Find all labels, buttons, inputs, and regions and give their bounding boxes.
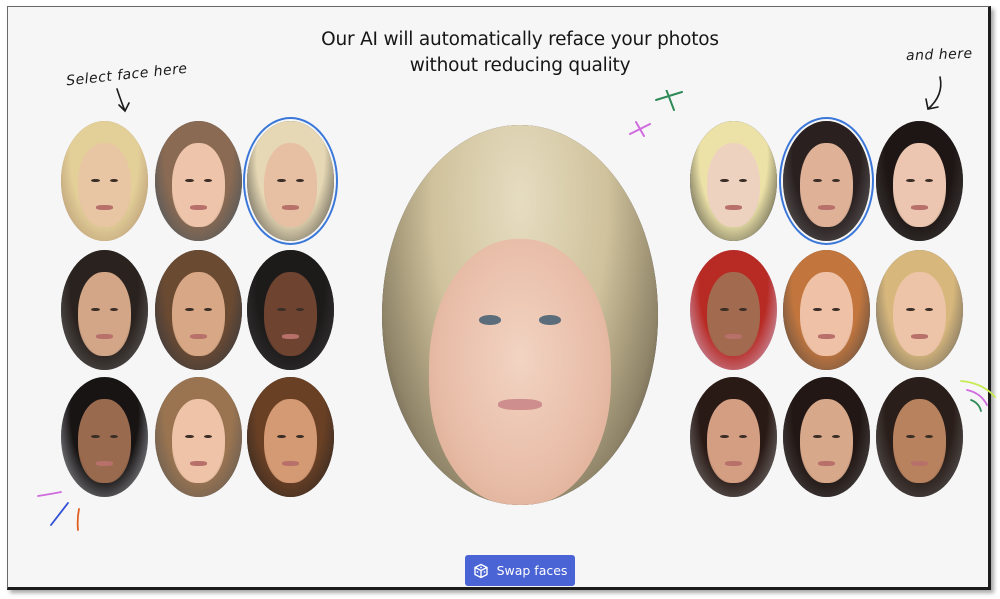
source-face-7[interactable] bbox=[61, 377, 148, 497]
and-here-annotation: and here bbox=[905, 45, 973, 65]
mouth bbox=[189, 205, 208, 210]
target-face-8[interactable] bbox=[783, 377, 870, 497]
face-skin bbox=[78, 142, 131, 227]
mouth bbox=[281, 205, 300, 210]
face-skin bbox=[800, 271, 853, 356]
mouth bbox=[817, 334, 836, 339]
mouth bbox=[724, 205, 743, 210]
mouth bbox=[95, 205, 114, 210]
face-skin bbox=[893, 398, 946, 483]
mouth bbox=[817, 205, 836, 210]
target-face-2[interactable] bbox=[783, 121, 870, 241]
face-skin bbox=[172, 271, 225, 356]
source-face-5[interactable] bbox=[155, 250, 242, 370]
mouth bbox=[724, 334, 743, 339]
target-face-9[interactable] bbox=[876, 377, 963, 497]
face-skin bbox=[172, 142, 225, 227]
target-face-6[interactable] bbox=[876, 250, 963, 370]
mouth bbox=[281, 461, 300, 466]
source-face-6[interactable] bbox=[247, 250, 334, 370]
mouth bbox=[910, 205, 929, 210]
face-skin bbox=[893, 142, 946, 227]
mouth bbox=[910, 334, 929, 339]
source-face-9[interactable] bbox=[247, 377, 334, 497]
face-skin bbox=[78, 398, 131, 483]
arrow-down-icon bbox=[116, 88, 130, 113]
app-frame: Our AI will automatically reface your ph… bbox=[7, 6, 996, 590]
swap-faces-button[interactable]: Swap faces bbox=[465, 555, 575, 586]
arrow-down-left-icon bbox=[925, 76, 942, 110]
select-face-annotation: Select face here bbox=[65, 60, 189, 90]
source-face-4[interactable] bbox=[61, 250, 148, 370]
face-skin bbox=[707, 271, 760, 356]
target-face-7[interactable] bbox=[690, 377, 777, 497]
mouth bbox=[189, 334, 208, 339]
target-face-4[interactable] bbox=[690, 250, 777, 370]
source-face-2[interactable] bbox=[155, 121, 242, 241]
source-face-8[interactable] bbox=[155, 377, 242, 497]
face-skin bbox=[264, 271, 317, 356]
mouth bbox=[724, 461, 743, 466]
face-skin bbox=[800, 398, 853, 483]
mouth bbox=[281, 334, 300, 339]
swap-faces-label: Swap faces bbox=[496, 563, 568, 578]
mouth bbox=[189, 461, 208, 466]
face-skin bbox=[264, 142, 317, 227]
face-skin bbox=[172, 398, 225, 483]
mouth bbox=[817, 461, 836, 466]
face-skin bbox=[78, 271, 131, 356]
source-face-3[interactable] bbox=[247, 121, 334, 241]
face-skin bbox=[893, 271, 946, 356]
mouth bbox=[95, 334, 114, 339]
page-headline: Our AI will automatically reface your ph… bbox=[321, 29, 719, 76]
target-face-1[interactable] bbox=[690, 121, 777, 241]
dice-icon bbox=[473, 563, 488, 578]
face-skin bbox=[707, 398, 760, 483]
face-skin bbox=[264, 398, 317, 483]
swapped-face-preview bbox=[382, 125, 658, 505]
face-skin bbox=[800, 142, 853, 227]
target-face-5[interactable] bbox=[783, 250, 870, 370]
face-skin bbox=[707, 142, 760, 227]
mouth bbox=[910, 461, 929, 466]
target-face-3[interactable] bbox=[876, 121, 963, 241]
source-face-1[interactable] bbox=[61, 121, 148, 241]
mouth bbox=[95, 461, 114, 466]
